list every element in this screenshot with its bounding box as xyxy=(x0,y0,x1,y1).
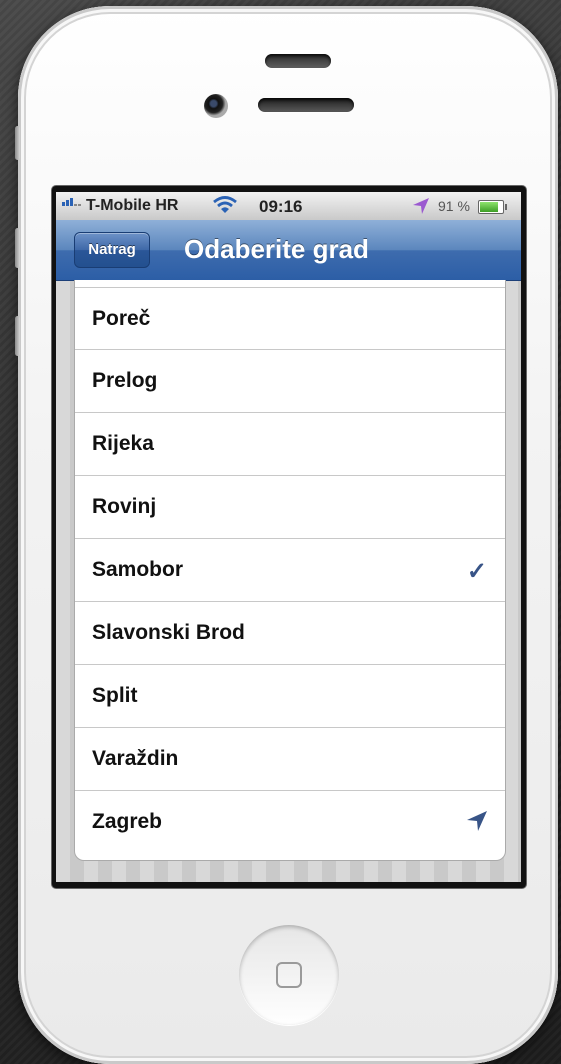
city-row[interactable]: Slavonski Brod xyxy=(75,601,505,663)
city-name: Varaždin xyxy=(92,747,179,770)
battery-icon xyxy=(478,200,507,214)
front-camera xyxy=(204,94,228,118)
battery-percentage: 91 % xyxy=(438,198,470,214)
city-name: Prelog xyxy=(92,369,158,392)
carrier-name: T-Mobile HR xyxy=(86,197,179,214)
location-services-icon xyxy=(413,198,429,214)
city-name: Slavonski Brod xyxy=(92,621,245,644)
city-list: Poreč Prelog Rijeka Rovinj Samobor ✓ Slavonski… xyxy=(74,280,506,861)
top-speaker xyxy=(265,54,331,68)
city-row[interactable]: Split xyxy=(75,664,505,726)
back-button-label: Natrag xyxy=(88,241,136,258)
city-name: Zagreb xyxy=(92,810,163,833)
location-arrow-icon xyxy=(467,811,487,831)
navigation-bar: Natrag Odaberite grad xyxy=(56,220,521,281)
screen: T-Mobile HR 09:16 91 % Natrag Odaberite … xyxy=(56,192,521,882)
status-bar: T-Mobile HR 09:16 91 % xyxy=(56,192,521,220)
mute-switch xyxy=(15,126,20,160)
earpiece-speaker xyxy=(258,98,354,112)
city-row[interactable]: Poreč xyxy=(75,287,505,349)
city-name: Poreč xyxy=(92,307,151,330)
city-row[interactable]: Rijeka xyxy=(75,412,505,474)
city-row[interactable]: Varaždin xyxy=(75,727,505,789)
city-row[interactable]: Zagreb xyxy=(75,790,505,852)
city-row[interactable]: Rovinj xyxy=(75,475,505,537)
volume-up-button xyxy=(15,228,20,268)
home-square-icon xyxy=(276,962,302,988)
city-name: Samobor xyxy=(92,558,184,581)
wifi-icon xyxy=(213,196,237,213)
volume-down-button xyxy=(15,316,20,356)
city-row[interactable]: Prelog xyxy=(75,349,505,411)
page-title: Odaberite grad xyxy=(184,234,369,264)
clock: 09:16 xyxy=(259,197,303,216)
home-button[interactable] xyxy=(239,925,339,1025)
back-button[interactable]: Natrag xyxy=(74,232,150,268)
city-name: Rijeka xyxy=(92,432,154,455)
city-row[interactable]: Samobor ✓ xyxy=(75,538,505,600)
city-name: Split xyxy=(92,684,138,707)
city-name: Rovinj xyxy=(92,495,157,518)
checkmark-icon: ✓ xyxy=(466,558,487,585)
